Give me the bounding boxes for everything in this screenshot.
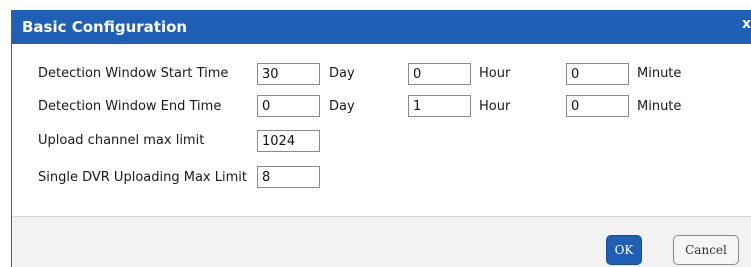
start-hour-input[interactable]	[408, 63, 471, 85]
start-day-input[interactable]	[257, 63, 320, 85]
end-day-unit: Day	[329, 99, 355, 114]
start-minute-unit: Minute	[637, 66, 682, 81]
basic-configuration-dialog: Basic Configuration x Detection Window S…	[11, 10, 751, 267]
dialog-titlebar: Basic Configuration x	[12, 10, 751, 44]
end-hour-input[interactable]	[408, 95, 471, 117]
cancel-button[interactable]: Cancel	[673, 235, 739, 265]
end-minute-input[interactable]	[566, 95, 629, 117]
upload-channel-input[interactable]	[257, 130, 320, 152]
start-time-label: Detection Window Start Time	[38, 66, 229, 81]
dialog-footer: OK Cancel	[12, 216, 751, 267]
dialog-title: Basic Configuration	[22, 18, 188, 36]
upload-channel-label: Upload channel max limit	[38, 133, 205, 148]
start-day-unit: Day	[329, 66, 355, 81]
single-dvr-input[interactable]	[257, 166, 320, 188]
start-hour-unit: Hour	[479, 66, 511, 81]
end-hour-unit: Hour	[479, 99, 511, 114]
end-day-input[interactable]	[257, 95, 320, 117]
start-minute-input[interactable]	[566, 63, 629, 85]
end-minute-unit: Minute	[637, 99, 682, 114]
close-icon[interactable]: x	[742, 16, 751, 32]
single-dvr-label: Single DVR Uploading Max Limit	[38, 170, 247, 185]
ok-button[interactable]: OK	[606, 235, 642, 265]
end-time-label: Detection Window End Time	[38, 99, 222, 114]
